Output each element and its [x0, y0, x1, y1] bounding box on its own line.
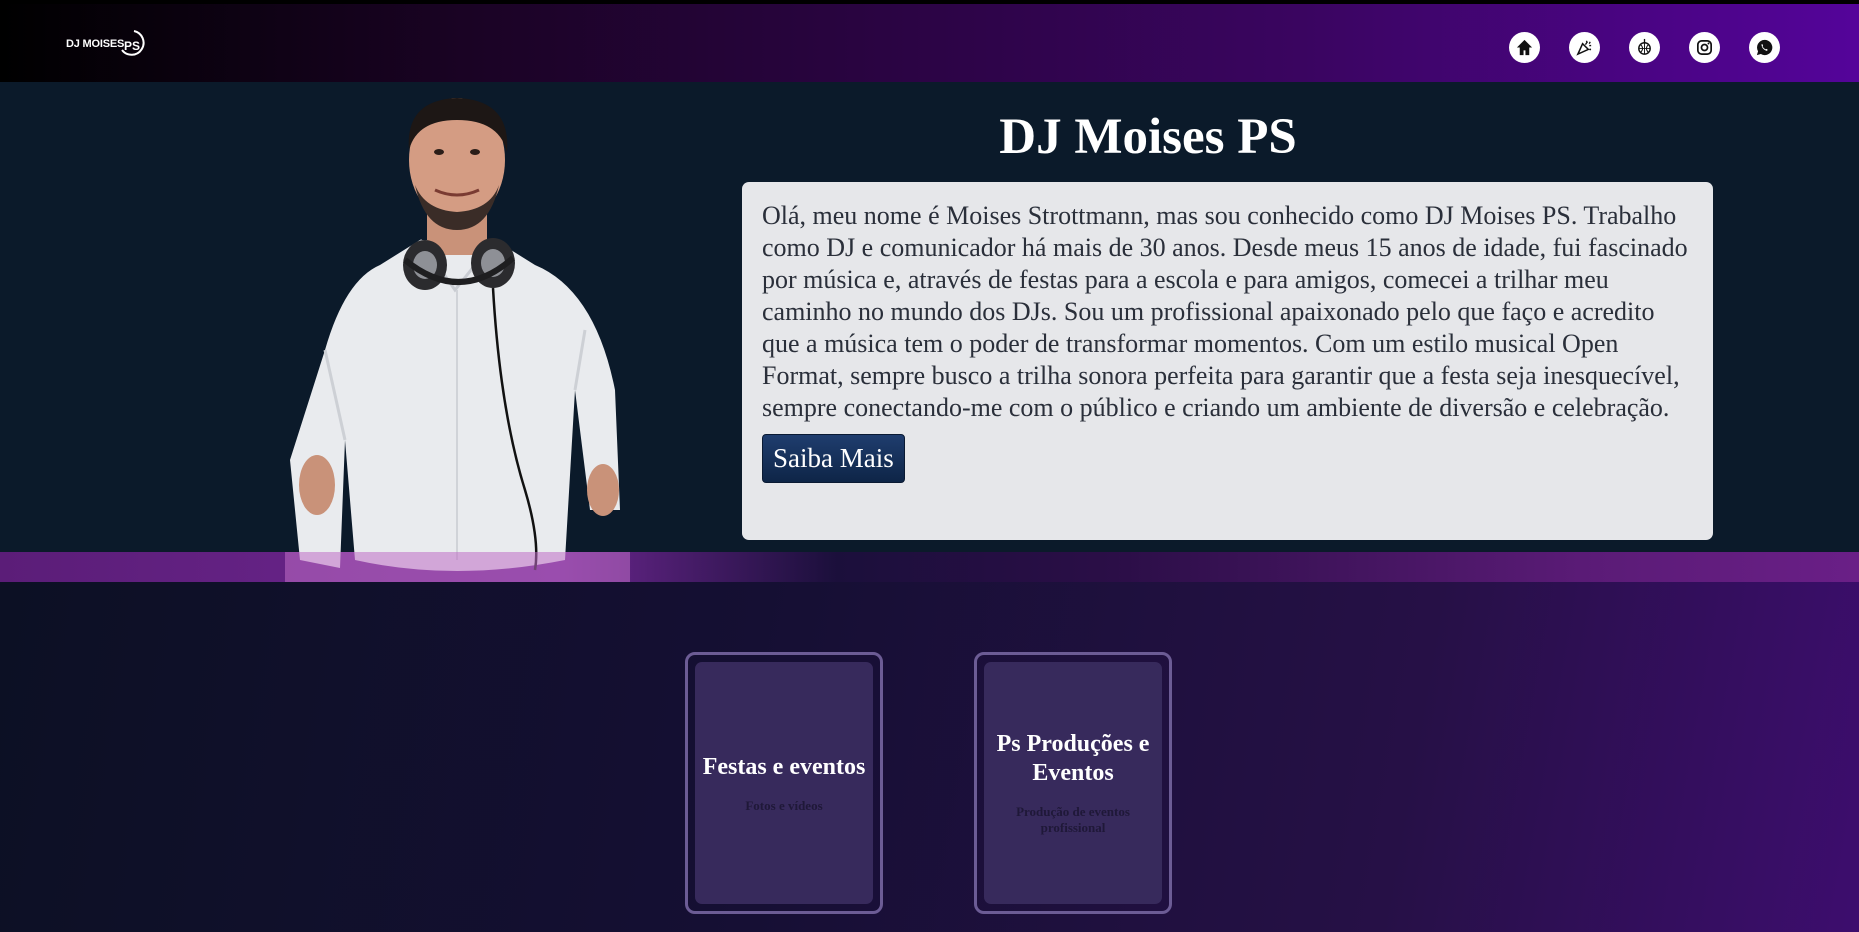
disco-ball-icon[interactable] [1629, 32, 1660, 63]
party-popper-icon[interactable] [1569, 32, 1600, 63]
brand-logo[interactable]: DJ MOISES PS [66, 24, 166, 64]
saiba-mais-button[interactable]: Saiba Mais [762, 434, 905, 483]
card-inner: Ps Produções e Eventos Produção de event… [984, 662, 1162, 904]
card-inner: Festas e eventos Fotos e vídeos [695, 662, 873, 904]
card-title: Festas e eventos [702, 753, 866, 780]
hero-title: DJ Moises PS [999, 109, 1297, 165]
services-section: Festas e eventos Fotos e vídeos Ps Produ… [0, 582, 1859, 932]
whatsapp-icon[interactable] [1749, 32, 1780, 63]
social-nav [1509, 32, 1780, 63]
card-ps-producoes[interactable]: Ps Produções e Eventos Produção de event… [974, 652, 1172, 914]
logo-mark-icon: PS [121, 30, 145, 56]
card-subtitle: Fotos e vídeos [745, 797, 823, 813]
about-text: Olá, meu nome é Moises Strottmann, mas s… [762, 201, 1688, 422]
top-navbar: DJ MOISES PS [0, 0, 1859, 82]
svg-text:PS: PS [124, 39, 140, 53]
hero-divider-stripe [0, 552, 1859, 582]
dj-portrait-image [285, 98, 630, 582]
about-card: Olá, meu nome é Moises Strottmann, mas s… [742, 182, 1713, 540]
card-subtitle: Produção de eventos profissional [1016, 804, 1130, 835]
card-title: Ps Produções e Eventos [996, 731, 1150, 786]
card-festas-eventos[interactable]: Festas e eventos Fotos e vídeos [685, 652, 883, 914]
instagram-icon[interactable] [1689, 32, 1720, 63]
home-icon[interactable] [1509, 32, 1540, 63]
